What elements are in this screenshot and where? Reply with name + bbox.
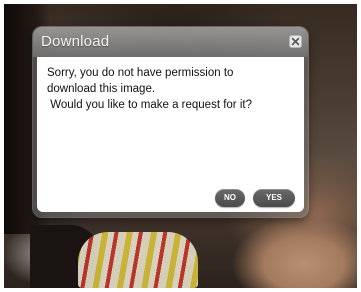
close-icon (291, 37, 300, 46)
download-dialog: Download Sorry, you do not have permissi… (33, 27, 308, 217)
dialog-body: Sorry, you do not have permission to dow… (37, 57, 304, 212)
dialog-title: Download (41, 33, 110, 50)
no-button[interactable]: NO (215, 189, 245, 207)
close-button[interactable] (289, 35, 302, 48)
message-line: Sorry, you do not have permission to (47, 67, 234, 79)
yes-button[interactable]: YES (253, 189, 295, 207)
dialog-message: Sorry, you do not have permission to dow… (47, 65, 297, 113)
background-photo: Download Sorry, you do not have permissi… (0, 0, 361, 292)
message-line: download this image. (47, 83, 156, 95)
photo-striped-shirt (78, 232, 198, 288)
dialog-titlebar: Download (33, 27, 308, 57)
message-line: Would you like to make a request for it? (47, 99, 252, 111)
